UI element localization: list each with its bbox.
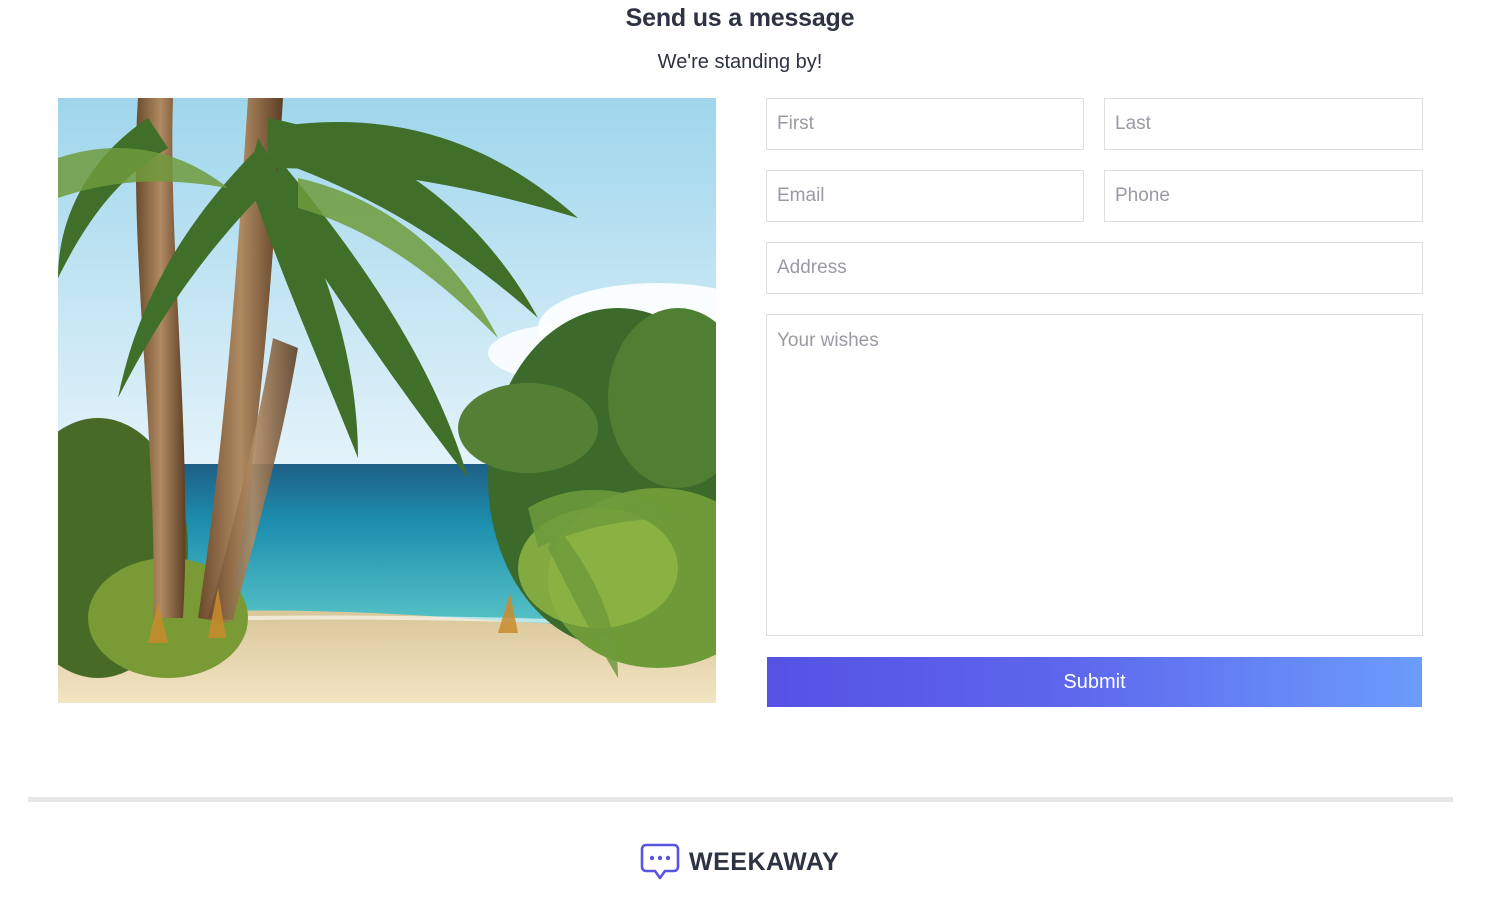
last-name-input[interactable] <box>1104 98 1423 150</box>
page-title: Send us a message <box>625 4 855 32</box>
phone-input[interactable] <box>1104 170 1423 222</box>
email-input[interactable] <box>766 170 1084 222</box>
chat-bubble-icon <box>640 843 680 880</box>
brand-name: WEEKAWAY <box>689 847 840 876</box>
wishes-textarea[interactable] <box>766 314 1423 636</box>
beach-photo <box>58 98 716 703</box>
page-subtitle: We're standing by! <box>657 51 823 73</box>
first-name-input[interactable] <box>766 98 1084 150</box>
contact-page: Send us a message We're standing by! Fir… <box>0 0 1500 903</box>
footer-divider <box>28 797 1453 802</box>
submit-button[interactable]: Submit <box>767 657 1422 707</box>
address-input[interactable] <box>766 242 1423 294</box>
footer-brand[interactable]: WEEKAWAY <box>640 842 839 882</box>
